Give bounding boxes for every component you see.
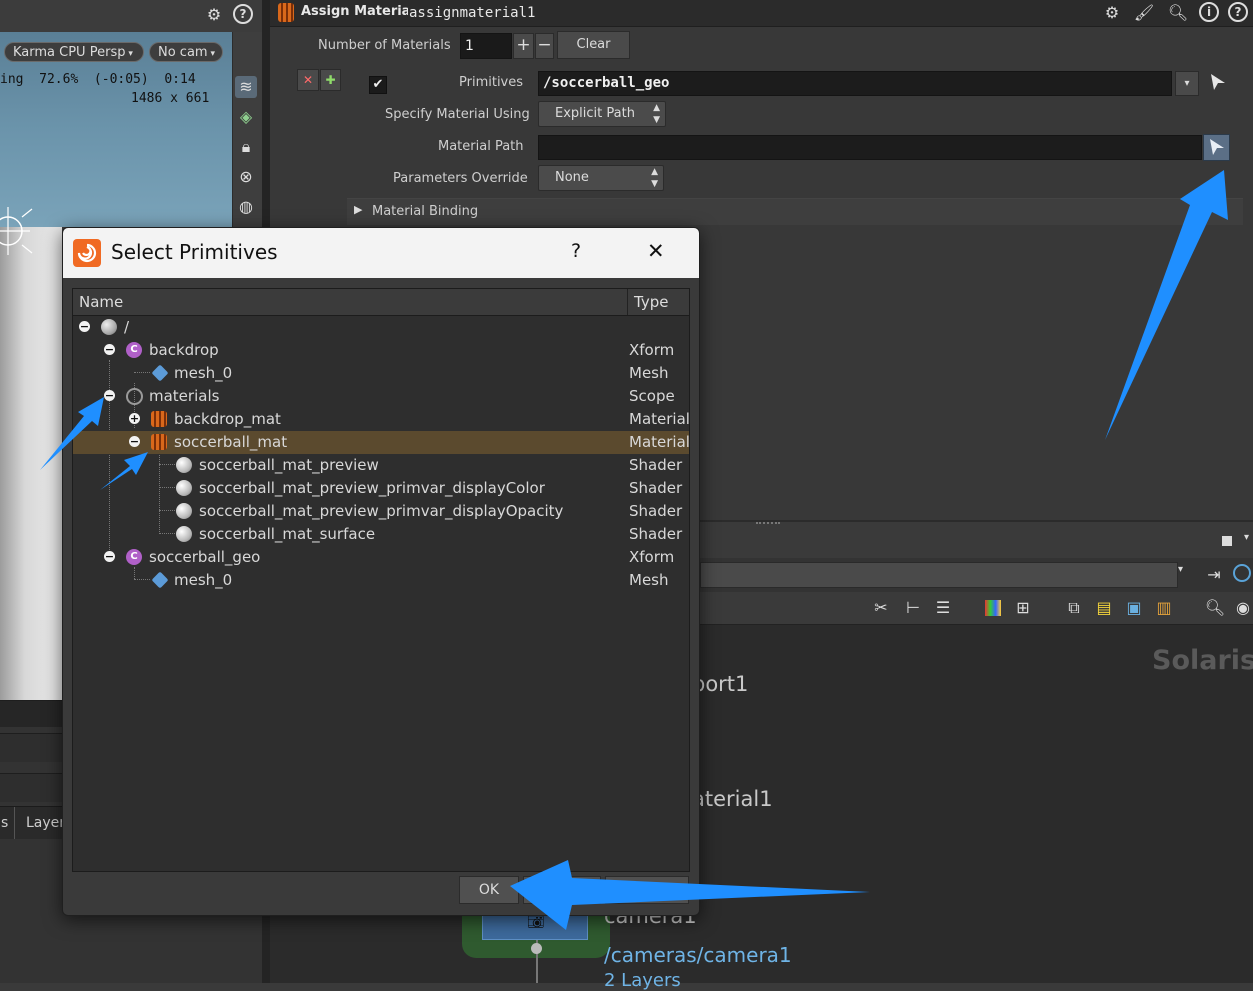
arrow-to-materials-toggle: [40, 397, 104, 470]
arrow-to-ok-button: [510, 860, 870, 930]
arrow-to-select-button: [1105, 170, 1228, 440]
annotation-overlay: [40, 170, 1228, 930]
arrow-to-soccerball-mat: [100, 452, 148, 490]
